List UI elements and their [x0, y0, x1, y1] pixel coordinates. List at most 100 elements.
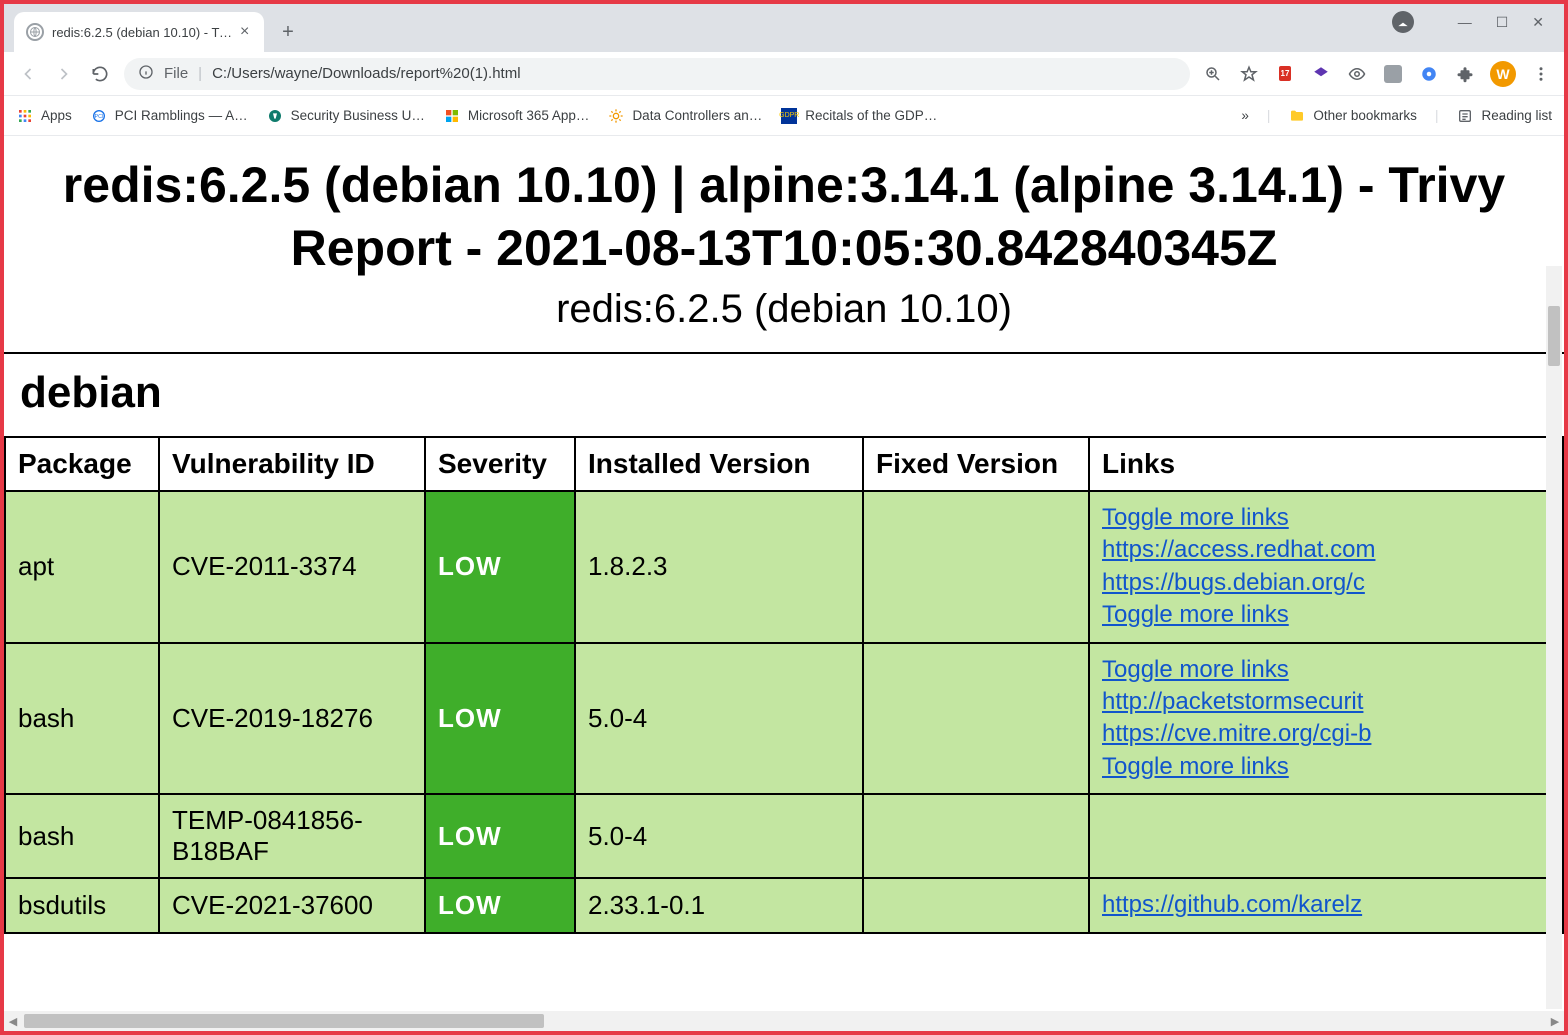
cell-severity: LOW: [425, 491, 575, 643]
toggle-links[interactable]: Toggle more links: [1102, 751, 1550, 783]
cell-package: bsdutils: [5, 878, 159, 932]
cell-vuln-id: CVE-2019-18276: [159, 643, 425, 795]
profile-badge-icon[interactable]: [1392, 11, 1414, 33]
bookmarks-overflow[interactable]: »: [1241, 108, 1249, 123]
table-row: aptCVE-2011-3374LOW1.8.2.3 Toggle more li…: [5, 491, 1563, 643]
col-header-vuln-id: Vulnerability ID: [159, 437, 425, 491]
extensions-menu-icon[interactable]: [1454, 63, 1476, 85]
cell-fixed: [863, 491, 1089, 643]
cell-installed: 1.8.2.3: [575, 491, 863, 643]
cell-vuln-id: CVE-2011-3374: [159, 491, 425, 643]
extension-2-icon[interactable]: [1310, 63, 1332, 85]
bookmark-item[interactable]: PCI PCI Ramblings — A…: [90, 107, 248, 125]
page-viewport: redis:6.2.5 (debian 10.10) | alpine:3.14…: [4, 136, 1564, 1031]
maximize-button[interactable]: ☐: [1496, 14, 1509, 31]
cell-links: [1089, 794, 1563, 878]
bookmark-item[interactable]: Microsoft 365 App…: [443, 107, 590, 125]
reload-button[interactable]: [88, 62, 112, 86]
horizontal-scrollbar[interactable]: ◀ ▶: [4, 1011, 1564, 1031]
bookmark-item[interactable]: GDPR Recitals of the GDP…: [780, 107, 937, 125]
other-bookmarks[interactable]: Other bookmarks: [1288, 107, 1417, 125]
bookmark-favicon-icon: [607, 107, 625, 125]
bookmark-favicon-icon: PCI: [90, 107, 108, 125]
cell-vuln-id: CVE-2021-37600: [159, 878, 425, 932]
browser-tab[interactable]: redis:6.2.5 (debian 10.10) - Trivy R ×: [14, 12, 264, 52]
report-title: redis:6.2.5 (debian 10.10) | alpine:3.14…: [12, 154, 1556, 279]
extension-3-icon[interactable]: [1382, 63, 1404, 85]
scroll-left-icon[interactable]: ◀: [4, 1015, 22, 1028]
cell-links: Toggle more linkshttps://access.redhat.c…: [1089, 491, 1563, 643]
url-box[interactable]: File | C:/Users/wayne/Downloads/report%2…: [124, 58, 1190, 90]
extension-4-icon[interactable]: [1418, 63, 1440, 85]
vertical-scrollbar[interactable]: [1546, 266, 1562, 1009]
cell-severity: LOW: [425, 878, 575, 932]
col-header-severity: Severity: [425, 437, 575, 491]
report-subtitle: redis:6.2.5 (debian 10.10): [4, 287, 1564, 332]
cell-links: https://github.com/karelz: [1089, 878, 1563, 932]
vuln-link[interactable]: https://github.com/karelz: [1102, 889, 1550, 921]
vuln-link[interactable]: http://packetstormsecurit: [1102, 686, 1550, 718]
back-button[interactable]: [16, 62, 40, 86]
cell-installed: 2.33.1-0.1: [575, 878, 863, 932]
bookmark-favicon-icon: GDPR: [780, 107, 798, 125]
cell-installed: 5.0-4: [575, 643, 863, 795]
bookmark-item[interactable]: Security Business U…: [266, 107, 425, 125]
toggle-links[interactable]: Toggle more links: [1102, 502, 1550, 534]
cell-severity: LOW: [425, 794, 575, 878]
svg-text:PCI: PCI: [94, 114, 103, 120]
cell-package: bash: [5, 643, 159, 795]
zoom-icon[interactable]: [1202, 63, 1224, 85]
forward-button[interactable]: [52, 62, 76, 86]
reading-list[interactable]: Reading list: [1456, 107, 1552, 125]
cell-severity: LOW: [425, 643, 575, 795]
globe-icon: [26, 23, 44, 41]
cell-installed: 5.0-4: [575, 794, 863, 878]
scroll-right-icon[interactable]: ▶: [1546, 1015, 1564, 1028]
vuln-link[interactable]: https://bugs.debian.org/c: [1102, 567, 1550, 599]
info-icon[interactable]: [138, 64, 154, 84]
new-tab-button[interactable]: +: [272, 16, 304, 48]
reading-list-icon: [1456, 107, 1474, 125]
scrollbar-thumb[interactable]: [24, 1014, 544, 1028]
star-icon[interactable]: [1238, 63, 1260, 85]
kebab-menu-icon[interactable]: [1530, 63, 1552, 85]
scrollbar-thumb[interactable]: [1548, 306, 1560, 366]
cell-vuln-id: TEMP-0841856-B18BAF: [159, 794, 425, 878]
toggle-links[interactable]: Toggle more links: [1102, 599, 1550, 631]
close-window-button[interactable]: ✕: [1532, 14, 1544, 31]
bookmark-item[interactable]: Data Controllers an…: [607, 107, 762, 125]
folder-icon: [1288, 107, 1306, 125]
window-controls: — ☐ ✕: [1392, 4, 1564, 52]
cell-fixed: [863, 878, 1089, 932]
table-row: bashCVE-2019-18276LOW5.0-4 Toggle more li…: [5, 643, 1563, 795]
eye-icon[interactable]: [1346, 63, 1368, 85]
browser-titlebar: redis:6.2.5 (debian 10.10) - Trivy R × +…: [4, 4, 1564, 52]
tab-title: redis:6.2.5 (debian 10.10) - Trivy R: [52, 25, 232, 40]
cell-fixed: [863, 643, 1089, 795]
url-path: C:/Users/wayne/Downloads/report%20(1).ht…: [212, 65, 520, 82]
cell-fixed: [863, 794, 1089, 878]
extension-1-icon[interactable]: 17: [1274, 63, 1296, 85]
page-scroll[interactable]: redis:6.2.5 (debian 10.10) | alpine:3.14…: [4, 136, 1564, 1031]
table-row: bsdutilsCVE-2021-37600LOW2.33.1-0.1 https…: [5, 878, 1563, 932]
table-row: bashTEMP-0841856-B18BAFLOW5.0-4: [5, 794, 1563, 878]
minimize-button[interactable]: —: [1458, 14, 1472, 30]
col-header-links: Links: [1089, 437, 1563, 491]
url-scheme: File: [164, 65, 188, 82]
col-header-installed: Installed Version: [575, 437, 863, 491]
col-header-fixed: Fixed Version: [863, 437, 1089, 491]
tab-close-icon[interactable]: ×: [240, 23, 249, 41]
cell-package: apt: [5, 491, 159, 643]
bookmark-favicon-icon: [266, 107, 284, 125]
apps-button[interactable]: Apps: [16, 107, 72, 125]
vuln-link[interactable]: https://access.redhat.com: [1102, 534, 1550, 566]
toggle-links[interactable]: Toggle more links: [1102, 654, 1550, 686]
vuln-link[interactable]: https://cve.mitre.org/cgi-b: [1102, 718, 1550, 750]
apps-grid-icon: [16, 107, 34, 125]
avatar[interactable]: W: [1490, 61, 1516, 87]
address-bar: File | C:/Users/wayne/Downloads/report%2…: [4, 52, 1564, 96]
col-header-package: Package: [5, 437, 159, 491]
bookmarks-bar: Apps PCI PCI Ramblings — A… Security Bus…: [4, 96, 1564, 136]
cell-links: Toggle more linkshttp://packetstormsecur…: [1089, 643, 1563, 795]
cell-package: bash: [5, 794, 159, 878]
